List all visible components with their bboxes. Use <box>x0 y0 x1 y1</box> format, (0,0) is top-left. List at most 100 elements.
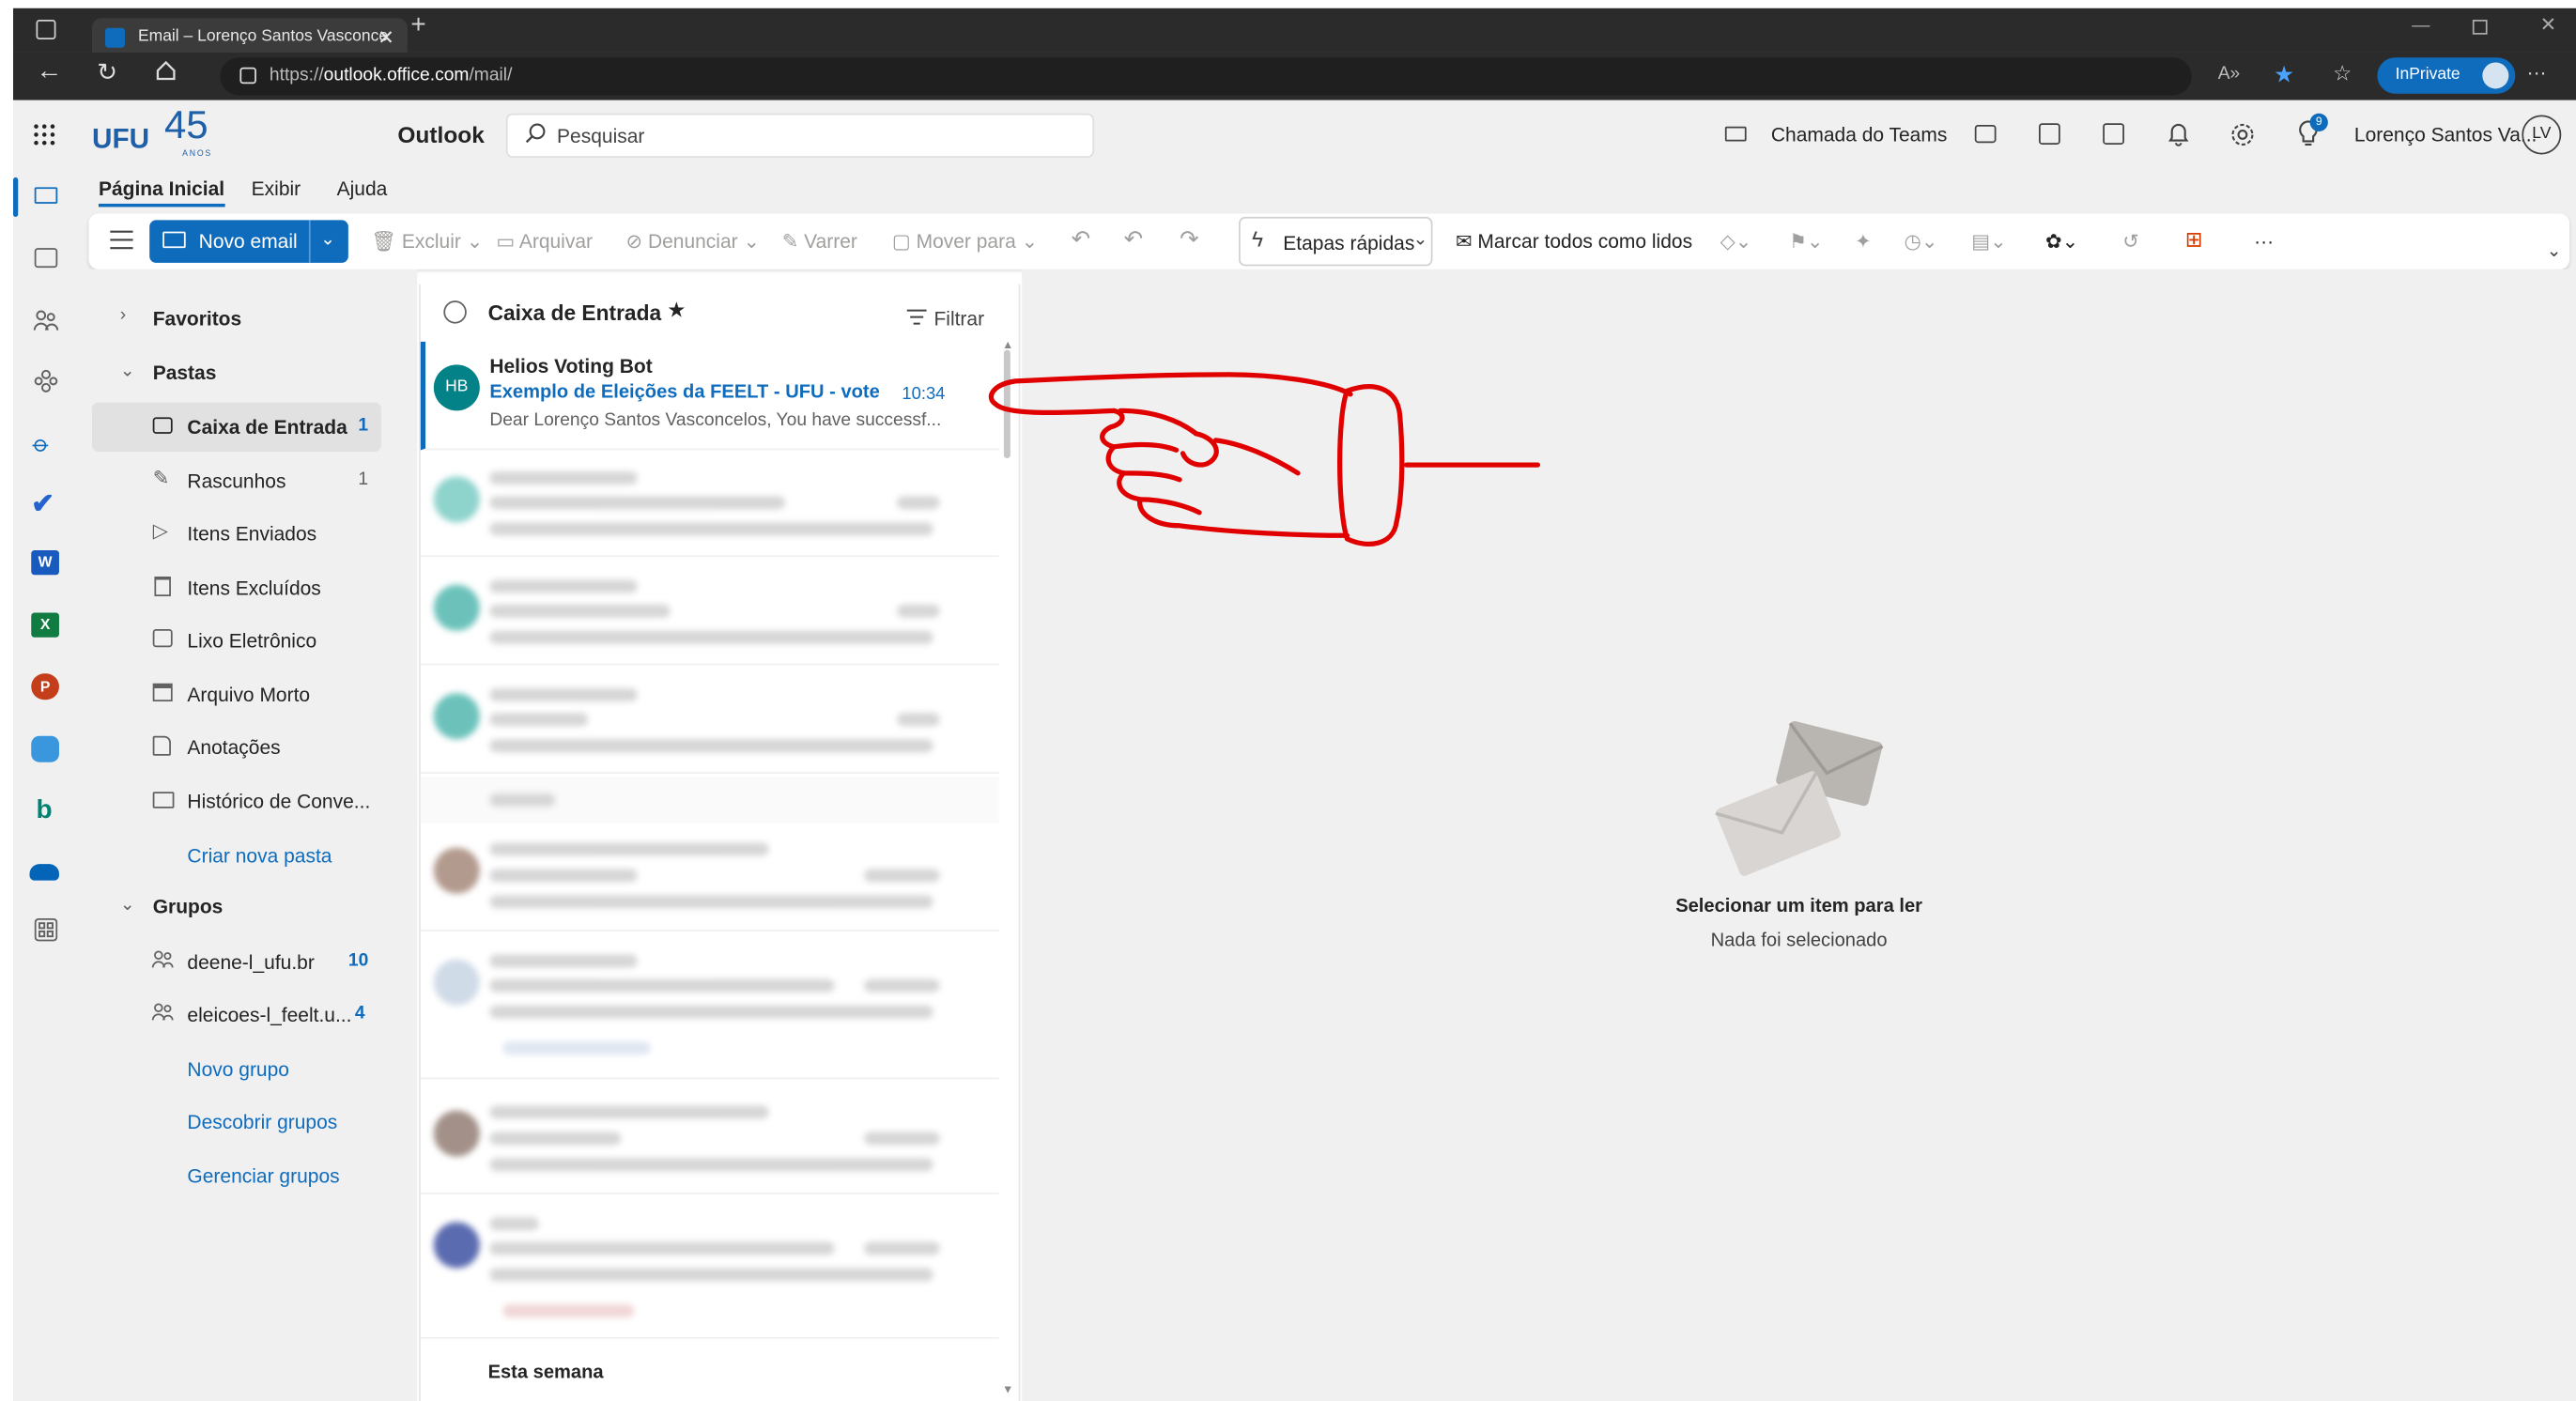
attachments-paperclip-icon[interactable]: ⌀ <box>26 429 56 458</box>
teams-call-button[interactable]: Chamada do Teams <box>1771 123 1948 146</box>
create-folder-link[interactable]: Criar nova pasta <box>187 844 332 867</box>
search-input[interactable]: Pesquisar <box>505 113 1095 158</box>
browser-menu-icon[interactable]: ··· <box>2527 61 2547 84</box>
tab-actions-icon[interactable] <box>36 19 56 39</box>
video-call-icon[interactable] <box>1724 126 1747 142</box>
rules-icon[interactable]: ▤⌄ <box>1971 230 2006 253</box>
app-launcher-icon[interactable] <box>33 123 55 146</box>
message-item-helios[interactable]: HB Helios Voting Bot Exemplo de Eleições… <box>420 341 999 451</box>
folder-notes[interactable]: Anotações <box>79 723 408 772</box>
folder-archive[interactable]: Arquivo Morto <box>79 670 408 719</box>
groups-icon[interactable] <box>33 368 59 394</box>
my-day-icon[interactable] <box>2103 123 2124 145</box>
scroll-down-icon[interactable]: ▼ <box>1002 1385 1013 1396</box>
close-window-icon[interactable]: ✕ <box>2540 13 2557 36</box>
mail-icon[interactable] <box>34 187 58 204</box>
group-eleicoes[interactable]: eleicoes-l_feelt.u... 4 <box>79 991 408 1039</box>
scroll-up-icon[interactable]: ▲ <box>1002 340 1013 351</box>
tips-lightbulb-icon[interactable]: 9 <box>2297 113 2328 148</box>
message-item-blurred[interactable] <box>420 938 999 1080</box>
groups-filter-icon[interactable]: ✿⌄ <box>2045 230 2078 253</box>
notifications-bell-icon[interactable] <box>2167 120 2189 146</box>
refresh-icon[interactable]: ↻ <box>97 57 117 87</box>
settings-gear-icon[interactable] <box>2229 121 2256 147</box>
favorite-star-icon[interactable]: ★ <box>667 298 686 324</box>
people-icon[interactable] <box>33 309 59 331</box>
mark-all-read-button[interactable]: ✉︎ Marcar todos como lidos <box>1456 230 1692 253</box>
folder-deleted[interactable]: Itens Excluídos <box>79 563 408 612</box>
read-aloud-icon[interactable]: A» <box>2218 64 2241 84</box>
user-avatar[interactable]: LV <box>2522 115 2562 155</box>
sweep-button[interactable]: ✎ Varrer <box>782 230 857 253</box>
folder-junk[interactable]: Lixo Eletrônico <box>79 616 408 665</box>
undo-icon[interactable]: ↺ <box>2122 230 2139 253</box>
user-name[interactable]: Lorenço Santos Va... <box>2354 123 2537 146</box>
more-apps-icon[interactable] <box>34 917 58 942</box>
tab-view[interactable]: Exibir <box>252 177 301 200</box>
inprivate-button[interactable]: InPrivate <box>2377 57 2516 94</box>
message-item-blurred[interactable] <box>420 826 999 931</box>
minimize-icon[interactable]: — <box>2412 16 2429 36</box>
home-icon[interactable] <box>154 59 177 82</box>
powerpoint-icon[interactable]: P <box>31 673 59 700</box>
manage-groups-link[interactable]: Gerenciar grupos <box>187 1164 339 1187</box>
favorites-chevron-icon[interactable]: › <box>120 305 126 325</box>
flag-icon[interactable]: ⚑⌄ <box>1789 230 1823 253</box>
yammer-icon[interactable] <box>31 735 59 762</box>
delete-button[interactable]: 🗑︎ Excluir ⌄ <box>371 230 483 253</box>
favorites-heading[interactable]: Favoritos <box>153 307 241 330</box>
forward-icon[interactable]: ↷ <box>1180 225 1199 254</box>
groups-heading[interactable]: Grupos <box>153 895 224 917</box>
pin-icon[interactable]: ✦ <box>1855 230 1872 253</box>
new-tab-icon[interactable]: + <box>410 11 425 40</box>
office-apps-icon[interactable] <box>2039 123 2060 145</box>
folders-chevron-icon[interactable]: ⌄ <box>120 360 135 381</box>
report-button[interactable]: ⊘ Denunciar ⌄ <box>626 230 761 253</box>
message-item-blurred[interactable] <box>420 1201 999 1339</box>
new-group-link[interactable]: Novo grupo <box>187 1058 289 1081</box>
groups-chevron-icon[interactable]: ⌄ <box>120 894 135 915</box>
quick-steps-button[interactable]: ϟ Etapas rápidas ⌄ <box>1239 216 1433 267</box>
tab-help[interactable]: Ajuda <box>337 177 388 200</box>
bookings-icon[interactable]: b <box>36 796 52 825</box>
excel-icon[interactable]: X <box>31 612 59 638</box>
quick-steps-chevron-icon[interactable]: ⌄ <box>1412 228 1427 250</box>
calendar-icon[interactable] <box>34 248 58 269</box>
favorites-icon[interactable]: ☆ <box>2333 61 2352 87</box>
new-mail-button[interactable]: Novo email ⌄ <box>149 220 348 263</box>
address-bar[interactable]: https://outlook.office.com/mail/ A» ★ <box>220 57 2294 96</box>
select-all-circle-icon[interactable] <box>443 300 467 324</box>
reply-icon[interactable]: ↶ <box>1072 225 1091 254</box>
favorite-star-icon[interactable]: ★ <box>2274 61 2294 89</box>
back-icon[interactable]: ← <box>36 57 62 86</box>
folders-heading[interactable]: Pastas <box>153 362 217 384</box>
ribbon-collapse-chevron-icon[interactable]: ⌄ <box>2547 239 2562 261</box>
word-icon[interactable]: W <box>31 550 59 576</box>
restore-icon[interactable] <box>2472 19 2488 35</box>
browser-tab-outlook[interactable]: Email – Lorenço Santos Vasconce ✕ <box>91 18 408 58</box>
message-item-blurred[interactable] <box>420 563 999 666</box>
hamburger-menu-icon[interactable] <box>110 230 133 250</box>
close-tab-icon[interactable]: ✕ <box>378 18 394 57</box>
folder-conversation-history[interactable]: Histórico de Conve... <box>79 777 408 825</box>
gift-icon[interactable]: ⊞ <box>2185 226 2203 253</box>
folder-drafts[interactable]: ✎ Rascunhos 1 <box>79 456 408 505</box>
message-item-blurred[interactable] <box>420 1089 999 1194</box>
message-item-blurred[interactable] <box>420 672 999 774</box>
new-mail-dropdown-chevron-icon[interactable]: ⌄ <box>320 228 335 250</box>
categorize-tag-icon[interactable]: ◇⌄ <box>1720 230 1752 253</box>
archive-button[interactable]: ▭ Arquivar <box>496 230 593 253</box>
chat-icon[interactable] <box>1974 124 1997 144</box>
more-options-button[interactable]: ··· <box>2254 230 2274 253</box>
move-to-button[interactable]: ▢ Mover para ⌄ <box>892 230 1038 253</box>
discover-groups-link[interactable]: Descobrir grupos <box>187 1111 337 1133</box>
folder-inbox[interactable]: Caixa de Entrada 1 <box>91 402 381 453</box>
onedrive-cloud-icon[interactable] <box>29 864 59 881</box>
folder-sent[interactable]: ▷ Itens Enviados <box>79 509 408 558</box>
filter-button[interactable]: Filtrar <box>906 304 984 333</box>
snooze-clock-icon[interactable]: ◷⌄ <box>1905 230 1938 253</box>
tab-home[interactable]: Página Inicial <box>98 177 225 208</box>
group-deene[interactable]: deene-l_ufu.br 10 <box>79 938 408 987</box>
message-item-blurred[interactable] <box>420 455 999 558</box>
todo-check-icon[interactable]: ✔ <box>31 488 54 521</box>
